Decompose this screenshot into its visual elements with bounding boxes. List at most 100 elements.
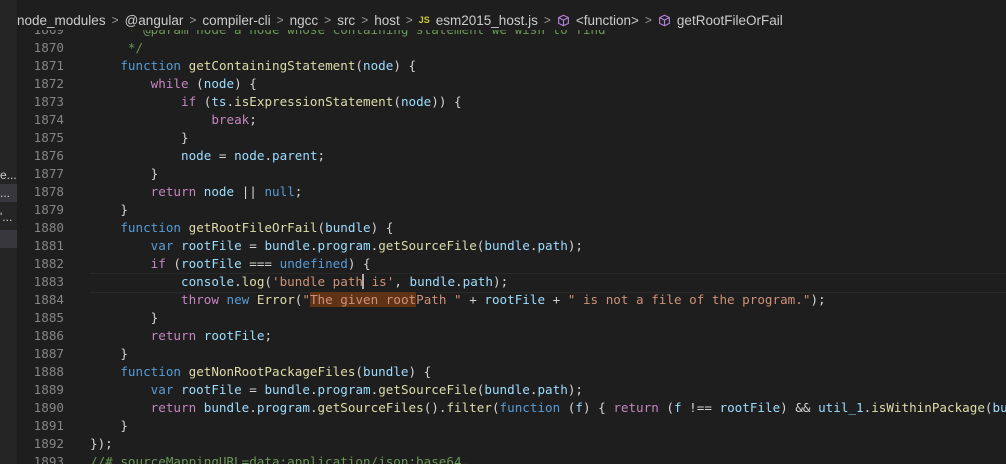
code-token: getSourceFile xyxy=(378,382,477,397)
code-token: var xyxy=(150,238,174,253)
line-number: 1893 xyxy=(33,454,64,464)
code-token: node xyxy=(203,76,235,91)
code-token: bundle xyxy=(363,364,409,379)
selection-highlight: The given root xyxy=(309,292,417,307)
code-token: ( xyxy=(393,94,401,109)
code-text: node = node.parent; xyxy=(90,147,325,165)
code-line[interactable]: 1885 } xyxy=(17,309,1006,327)
line-number: 1887 xyxy=(33,346,64,361)
code-token: if xyxy=(150,256,166,271)
breadcrumb-item[interactable]: ngcc xyxy=(290,13,319,28)
code-token: while xyxy=(150,76,189,91)
code-token: new xyxy=(226,292,250,307)
code-token: ) { xyxy=(408,364,432,379)
code-token: . xyxy=(234,274,242,289)
code-line[interactable]: 1893 //# sourceMappingURL=data:applicatio… xyxy=(17,453,1006,464)
code-line[interactable]: 1873 if (ts.isExpressionStatement(node))… xyxy=(17,93,1006,111)
code-line[interactable]: 1880 function getRootFileOrFail(bundle) … xyxy=(17,219,1006,237)
code-line[interactable]: 1892}); xyxy=(17,435,1006,453)
code-line[interactable]: 1889 var rootFile = bundle.program.getSo… xyxy=(17,381,1006,399)
code-text: function getNonRootPackageFiles(bundle) … xyxy=(90,363,431,381)
code-token: . xyxy=(309,382,318,397)
code-line[interactable]: 1882 if (rootFile === undefined) { xyxy=(17,255,1006,273)
code-line[interactable]: 1874 break; xyxy=(17,111,1006,129)
code-token: ; xyxy=(264,328,273,343)
code-line[interactable]: 1881 var rootFile = bundle.program.getSo… xyxy=(17,237,1006,255)
code-token: rootFile xyxy=(484,292,546,307)
line-number: 1885 xyxy=(33,310,64,325)
code-text: while (node) { xyxy=(90,75,257,93)
code-line[interactable]: 1877 } xyxy=(17,165,1006,183)
chevron-right-icon: > xyxy=(276,13,284,27)
code-token: log xyxy=(241,274,265,289)
code-line[interactable]: 1876 node = node.parent; xyxy=(17,147,1006,165)
code-line[interactable]: 1888 function getNonRootPackageFiles(bun… xyxy=(17,363,1006,381)
code-token: throw xyxy=(181,292,219,307)
line-number: 1873 xyxy=(33,94,64,109)
line-number: 1884 xyxy=(33,292,64,307)
line-number: 1881 xyxy=(33,238,64,253)
code-line[interactable]: 1879 } xyxy=(17,201,1006,219)
code-token: ( xyxy=(491,400,500,415)
explorer-item[interactable]: '... xyxy=(0,208,17,226)
code-line[interactable]: 1890 return bundle.program.getSourceFile… xyxy=(17,399,1006,417)
breadcrumb-item[interactable]: node_modules xyxy=(17,13,106,28)
chevron-right-icon: > xyxy=(111,13,119,27)
code-line[interactable]: 1884 throw new Error("The given rootPath… xyxy=(17,291,1006,309)
code-token: , xyxy=(394,274,410,289)
editor-window: e... ... '... node_modules > @angular > comp… xyxy=(0,0,1006,464)
explorer-item-selected[interactable]: ... xyxy=(0,184,17,202)
code-line[interactable]: 1872 while (node) { xyxy=(17,75,1006,93)
code-editor[interactable]: 1869 * @param node a node whose containi… xyxy=(17,22,1006,464)
code-token: node xyxy=(181,148,212,163)
code-text: function getContainingStatement(node) { xyxy=(90,57,416,75)
code-token: bundle xyxy=(992,400,1006,415)
code-token: null xyxy=(264,184,295,199)
chevron-right-icon: > xyxy=(543,13,551,27)
breadcrumb-label: esm2015_host.js xyxy=(435,12,538,28)
code-token: path xyxy=(537,382,568,397)
explorer-item[interactable] xyxy=(0,230,17,248)
line-number: 1875 xyxy=(33,130,64,145)
code-token: + xyxy=(461,292,485,307)
breadcrumb-item[interactable]: host xyxy=(374,13,400,28)
code-text: console.log('bundle path is', bundle.pat… xyxy=(90,273,508,291)
code-line[interactable]: 1870 */ xyxy=(17,39,1006,57)
breadcrumb-item[interactable]: src xyxy=(337,13,355,28)
code-token: ( xyxy=(560,400,576,415)
breadcrumb-item[interactable]: @angular xyxy=(125,13,184,28)
code-line[interactable]: 1883 console.log('bundle path is', bundl… xyxy=(17,273,1006,291)
code-token: rootFile xyxy=(181,238,242,253)
chevron-right-icon: > xyxy=(361,13,369,27)
code-token: path xyxy=(462,274,493,289)
code-line[interactable]: 1871 function getContainingStatement(nod… xyxy=(17,57,1006,75)
code-line[interactable]: 1875 } xyxy=(17,129,1006,147)
breadcrumb-item[interactable]: <function> xyxy=(557,13,639,28)
code-token: = xyxy=(241,382,265,397)
code-line[interactable]: 1878 return node || null; xyxy=(17,183,1006,201)
breadcrumb-label: node_modules xyxy=(17,12,106,28)
code-line[interactable]: 1891 } xyxy=(17,417,1006,435)
code-line[interactable]: 1887 } xyxy=(17,345,1006,363)
code-token: ) { xyxy=(234,76,257,91)
code-token: ( xyxy=(658,400,674,415)
code-token: getContainingStatement xyxy=(188,58,356,73)
code-token: || xyxy=(234,184,265,199)
breadcrumb-item[interactable]: JS esm2015_host.js xyxy=(419,13,538,28)
code-token: . xyxy=(309,400,318,415)
breadcrumb-item[interactable]: compiler-cli xyxy=(202,13,270,28)
code-token: parent xyxy=(272,148,318,163)
explorer-item[interactable]: e... xyxy=(0,166,17,184)
code-line[interactable]: 1886 return rootFile; xyxy=(17,327,1006,345)
code-token: path xyxy=(537,238,568,253)
code-text: return rootFile; xyxy=(90,327,272,345)
breadcrumb-item[interactable]: getRootFileOrFail xyxy=(658,13,783,28)
